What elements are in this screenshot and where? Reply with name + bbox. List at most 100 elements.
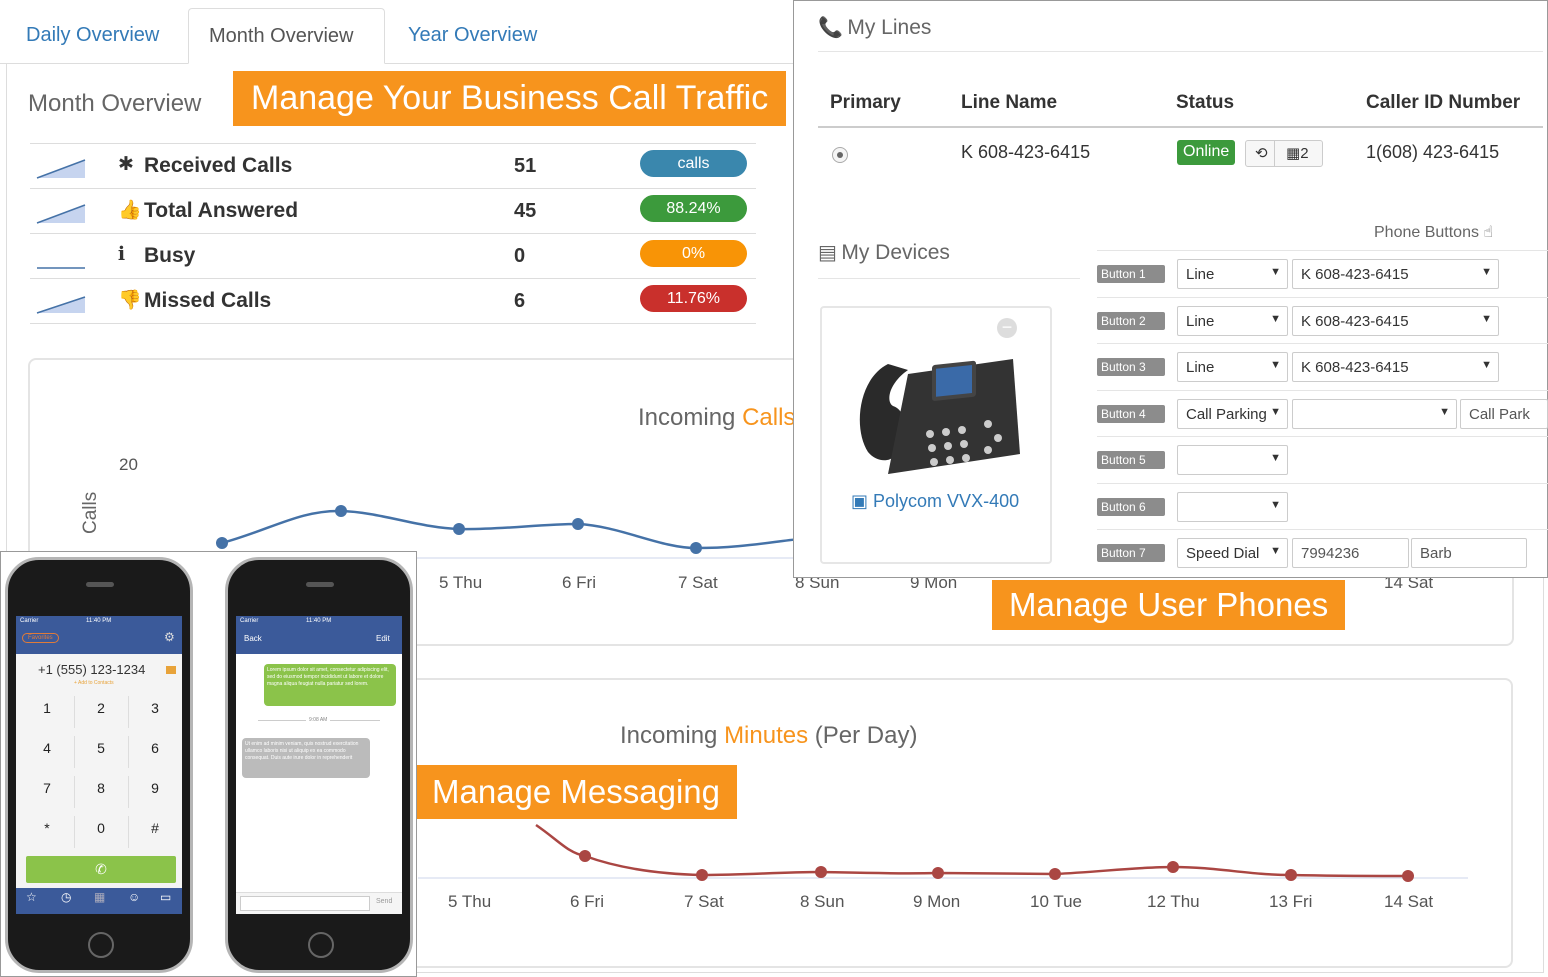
settings-gear-icon[interactable]: ⚙ [164, 630, 175, 644]
dialed-number: +1 (555) 123-1234 [38, 662, 146, 677]
button-value-select[interactable]: ▼ [1292, 399, 1457, 429]
minutes-x-label: 9 Mon [913, 892, 961, 911]
keypad-key[interactable]: * [20, 820, 74, 836]
message-input[interactable] [240, 896, 370, 911]
stat-label: Received Calls [144, 154, 293, 177]
button-extra-input[interactable]: Call Park [1460, 399, 1548, 429]
overview-tabs: Daily Overview Month Overview Year Overv… [0, 0, 800, 64]
primary-radio[interactable] [832, 147, 848, 163]
tab-month-overview[interactable]: Month Overview [188, 8, 385, 64]
button-slot-label: Button 1 [1097, 265, 1165, 283]
home-button[interactable] [88, 932, 114, 958]
minutes-x-label: 7 Sat [684, 892, 724, 911]
outgoing-message: Lorem ipsum dolor sit amet, consectetur … [264, 664, 396, 706]
button-value-select[interactable]: K 608-423-6415 ▼ [1292, 259, 1499, 289]
phone-buttons-text: Phone Buttons [1374, 224, 1479, 241]
phone-buttons-label: Phone Buttons ☝ [1374, 222, 1493, 242]
keypad-key[interactable]: 7 [20, 780, 74, 796]
speed-dial-number-input[interactable]: 7994236 [1292, 538, 1409, 568]
device-card[interactable]: − ▣ Polycom VVX-400 [820, 306, 1052, 564]
call-button[interactable]: ✆ [26, 856, 176, 883]
messaging-phone: Carrier 11:40 PM Back Edit Lorem ipsum d… [225, 557, 413, 973]
button-type-select[interactable]: Line ▼ [1177, 259, 1288, 289]
stat-badge: 11.76% [640, 285, 747, 312]
caret-down-icon: ▼ [1481, 313, 1492, 325]
divider [30, 323, 756, 324]
button-value-select[interactable]: K 608-423-6415 ▼ [1292, 352, 1499, 382]
mobile-apps-panel: Carrier 11:40 PM Favorites ⚙ +1 (555) 12… [0, 551, 417, 977]
my-devices-header: ▤ My Devices [818, 240, 950, 265]
hand-pointer-icon: ☝ [1483, 224, 1494, 241]
button-type-value: Call Parking [1186, 406, 1267, 423]
chart-title-text: Incoming [638, 404, 743, 431]
button-type-select[interactable]: Call Parking ▼ [1177, 399, 1288, 429]
device-name-link[interactable]: ▣ Polycom VVX-400 [851, 491, 1019, 512]
button-slot-label: Button 2 [1097, 312, 1165, 330]
home-button[interactable] [308, 932, 334, 958]
minutes-x-label: 6 Fri [570, 892, 604, 911]
col-primary: Primary [830, 92, 901, 113]
refresh-icon[interactable]: ⟲ [1255, 144, 1268, 162]
dialer-screen: Carrier 11:40 PM Favorites ⚙ +1 (555) 12… [16, 616, 182, 914]
messages-icon[interactable]: ▭ [160, 890, 171, 904]
keypad-key[interactable]: 3 [128, 700, 182, 716]
stat-row: ℹ Busy 0 0% [30, 233, 756, 278]
keypad-key[interactable]: 2 [74, 700, 128, 716]
calls-x-label: 7 Sat [678, 573, 718, 592]
device-icon: ▤ [818, 242, 837, 264]
divider [1097, 297, 1548, 298]
keypad-key[interactable]: 9 [128, 780, 182, 796]
calls-y-label: Calls [80, 491, 101, 534]
keypad-key[interactable]: # [128, 820, 182, 836]
compose-bar: Send [236, 892, 402, 914]
caret-down-icon: ▼ [1270, 406, 1281, 418]
speaker-grille [86, 582, 114, 587]
devices-count-button[interactable]: ▦2 [1286, 144, 1309, 162]
my-lines-panel: 📞 My Lines Primary Line Name Status Call… [793, 0, 1548, 578]
keypad-key[interactable]: 1 [20, 700, 74, 716]
backspace-icon[interactable] [166, 666, 176, 674]
keypad-key[interactable]: 6 [128, 740, 182, 756]
thumbs-down-icon: 👎 [118, 290, 142, 311]
stat-badge: calls [640, 150, 747, 177]
button-type-select[interactable]: ▼ [1177, 492, 1288, 522]
button-slot-label: Button 4 [1097, 405, 1165, 423]
button-extra-input[interactable]: Barb [1411, 538, 1527, 568]
keypad-key[interactable]: 8 [74, 780, 128, 796]
my-lines-title: My Lines [847, 16, 932, 39]
caret-down-icon: ▼ [1439, 406, 1450, 418]
carrier-label: Carrier [240, 618, 259, 624]
phone-icon: 📞 [818, 17, 843, 39]
keypad-key[interactable]: 5 [74, 740, 128, 756]
minutes-x-label: 8 Sun [800, 892, 845, 911]
button-type-value: Line [1186, 266, 1215, 283]
keypad-key[interactable]: 0 [74, 820, 128, 836]
keypad-key[interactable]: 4 [20, 740, 74, 756]
my-lines-header: 📞 My Lines [818, 15, 931, 40]
col-line-name: Line Name [961, 92, 1058, 113]
caret-down-icon: ▼ [1270, 359, 1281, 371]
button-type-select[interactable]: Line ▼ [1177, 352, 1288, 382]
tab-year-overview[interactable]: Year Overview [388, 8, 557, 64]
device-name: Polycom VVX-400 [873, 491, 1020, 511]
star-icon[interactable]: ☆ [26, 890, 37, 904]
button-type-select[interactable]: Line ▼ [1177, 306, 1288, 336]
line-name: K 608-423-6415 [961, 142, 1091, 162]
button-value-select[interactable]: K 608-423-6415 ▼ [1292, 306, 1499, 336]
add-to-contacts-link[interactable]: + Add to Contacts [74, 680, 114, 686]
keypad-icon[interactable]: ▦ [94, 890, 105, 904]
minutes-x-label: 12 Thu [1147, 892, 1200, 911]
desk-phone-image [859, 359, 1020, 474]
send-button[interactable]: Send [376, 898, 392, 905]
favorites-tag[interactable]: Favorites [22, 633, 59, 643]
back-button[interactable]: Back [244, 634, 262, 643]
dialer-phone: Carrier 11:40 PM Favorites ⚙ +1 (555) 12… [5, 557, 193, 973]
history-icon[interactable]: ◷ [61, 890, 71, 904]
tab-daily-overview[interactable]: Daily Overview [6, 8, 179, 64]
button-type-select[interactable]: Speed Dial ▼ [1177, 538, 1288, 568]
edit-button[interactable]: Edit [376, 634, 390, 643]
button-type-select[interactable]: ▼ [1177, 445, 1288, 475]
time-label: 11:40 PM [86, 618, 112, 624]
contacts-icon[interactable]: ☺ [128, 890, 140, 904]
minutes-line-chart [418, 823, 1468, 882]
